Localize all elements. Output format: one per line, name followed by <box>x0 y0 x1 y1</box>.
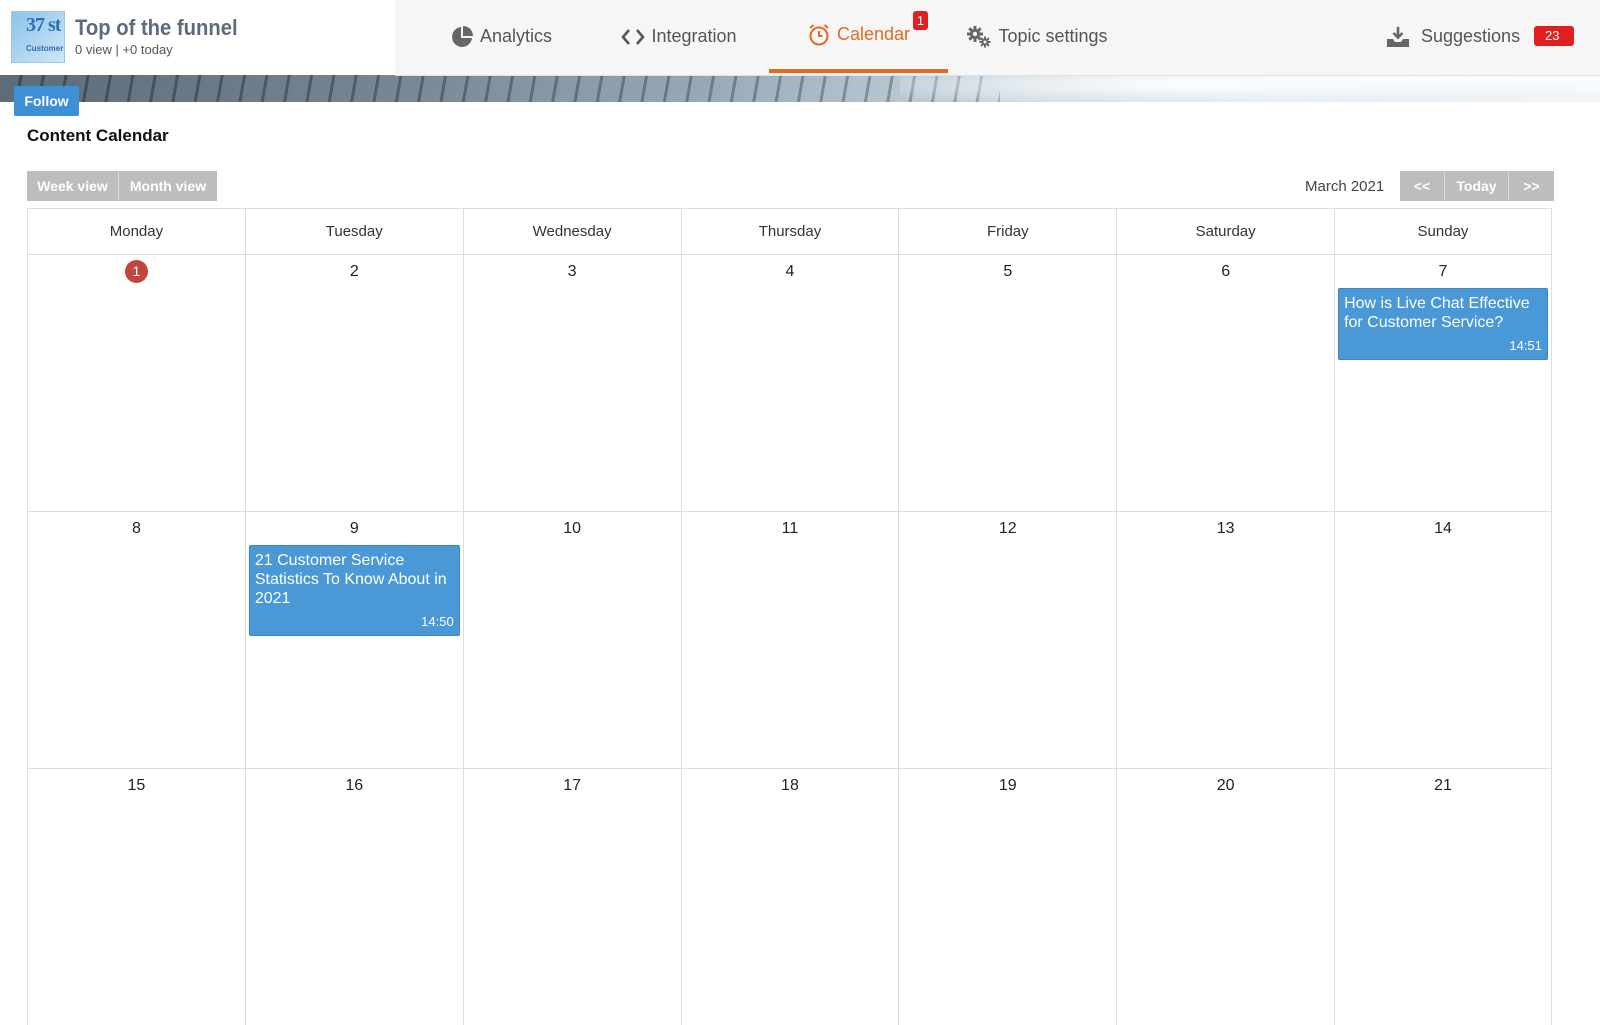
day-cell[interactable]: 15 <box>27 768 245 1025</box>
current-month: March 2021 <box>1305 178 1385 195</box>
event-title: How is Live Chat Effective for Customer … <box>1344 295 1530 331</box>
weekday-monday: Monday <box>27 208 245 254</box>
alarm-clock-icon <box>807 23 831 47</box>
weekday-header: Monday Tuesday Wednesday Thursday Friday… <box>27 208 1552 254</box>
day-cell[interactable]: 4 <box>680 254 899 511</box>
day-cell[interactable]: 13 <box>1116 511 1335 768</box>
event-time: 14:50 <box>421 614 454 629</box>
day-number: 18 <box>781 777 799 794</box>
day-cell[interactable]: 21 <box>1334 768 1552 1025</box>
day-number: 21 <box>1434 777 1452 794</box>
view-toggle: Week view Month view <box>27 171 217 201</box>
day-number: 14 <box>1434 520 1452 537</box>
calendar-week: 15 16 17 18 19 20 21 <box>27 768 1552 1025</box>
topic-stats: 0 view | +0 today <box>75 42 173 57</box>
day-number: 13 <box>1216 520 1235 537</box>
day-cell[interactable]: 9 21 Customer Service Statistics To Know… <box>244 511 463 768</box>
day-cell[interactable]: 11 <box>680 511 899 768</box>
day-number: 8 <box>131 520 141 537</box>
day-number: 11 <box>781 520 799 537</box>
topic-logo[interactable]: 37 st Customer S <box>11 11 65 63</box>
day-number: 9 <box>349 520 359 537</box>
day-cell[interactable]: 10 <box>462 511 681 768</box>
gears-icon <box>966 25 992 49</box>
day-cell[interactable]: 12 <box>898 511 1117 768</box>
follow-button[interactable]: Follow <box>14 86 79 116</box>
nav-analytics-label: Analytics <box>479 26 553 46</box>
weekday-thursday: Thursday <box>680 208 899 254</box>
day-cell[interactable]: 17 <box>462 768 681 1025</box>
calendar-week: 8 9 21 Customer Service Statistics To Kn… <box>27 511 1552 768</box>
nav-integration[interactable]: Integration <box>590 0 768 73</box>
day-number: 4 <box>785 263 795 280</box>
day-cell[interactable]: 19 <box>898 768 1117 1025</box>
calendar-event[interactable]: 21 Customer Service Statistics To Know A… <box>248 545 460 636</box>
nav-calendar-label: Calendar <box>836 24 911 44</box>
prev-button[interactable]: << <box>1400 171 1445 201</box>
calendar-week: 1 2 3 4 5 6 7 How is Live Chat Effective… <box>27 254 1552 511</box>
day-cell[interactable]: 7 How is Live Chat Effective for Custome… <box>1334 254 1552 511</box>
weekday-wednesday: Wednesday <box>462 208 681 254</box>
nav-suggestions-label: Suggestions <box>1421 26 1521 46</box>
calendar-pager: << Today >> <box>1400 171 1554 201</box>
calendar-grid: Monday Tuesday Wednesday Thursday Friday… <box>27 208 1552 1025</box>
pie-chart-icon <box>450 25 474 49</box>
event-time: 14:51 <box>1509 338 1542 353</box>
nav-analytics[interactable]: Analytics <box>412 0 590 73</box>
day-cell[interactable]: 6 <box>1116 254 1335 511</box>
suggestions-badge: 23 <box>1534 26 1574 46</box>
calendar-event[interactable]: How is Live Chat Effective for Customer … <box>1338 288 1548 360</box>
weekday-saturday: Saturday <box>1116 208 1335 254</box>
nav-integration-label: Integration <box>651 26 737 46</box>
weekday-friday: Friday <box>898 208 1117 254</box>
day-number: 6 <box>1221 263 1231 280</box>
day-number: 15 <box>127 777 146 794</box>
day-cell[interactable]: 18 <box>680 768 899 1025</box>
next-button[interactable]: >> <box>1509 171 1554 201</box>
day-cell[interactable]: 16 <box>244 768 463 1025</box>
event-title: 21 Customer Service Statistics To Know A… <box>254 552 447 607</box>
weekday-sunday: Sunday <box>1334 208 1552 254</box>
week-view-button[interactable]: Week view <box>27 171 119 201</box>
page-title: Content Calendar <box>27 126 169 145</box>
day-number: 7 <box>1438 263 1448 280</box>
day-number: 5 <box>1003 263 1013 280</box>
day-number: 20 <box>1216 777 1235 794</box>
day-cell[interactable]: 1 <box>27 254 245 511</box>
code-icon <box>621 27 646 47</box>
day-cell[interactable]: 2 <box>244 254 463 511</box>
day-cell[interactable]: 3 <box>462 254 681 511</box>
day-number: 19 <box>998 777 1017 794</box>
day-number: 17 <box>563 777 581 794</box>
day-cell[interactable]: 8 <box>27 511 245 768</box>
nav-topic-settings[interactable]: Topic settings <box>948 0 1126 73</box>
day-number: 10 <box>563 520 581 537</box>
day-number: 2 <box>349 263 359 280</box>
day-number: 12 <box>998 520 1017 537</box>
day-cell[interactable]: 5 <box>898 254 1117 511</box>
day-number-today: 1 <box>28 260 245 283</box>
today-button[interactable]: Today <box>1445 171 1509 201</box>
day-cell[interactable]: 14 <box>1334 511 1552 768</box>
inbox-download-icon <box>1385 25 1411 49</box>
nav-suggestions[interactable]: Suggestions <box>1385 0 1535 73</box>
day-cell[interactable]: 20 <box>1116 768 1335 1025</box>
topic-title[interactable]: Top of the funnel <box>75 15 238 41</box>
day-number: 3 <box>567 263 577 280</box>
nav-topic-settings-label: Topic settings <box>998 26 1108 46</box>
weekday-tuesday: Tuesday <box>244 208 463 254</box>
month-view-button[interactable]: Month view <box>119 171 217 201</box>
day-number: 16 <box>345 777 364 794</box>
calendar-badge: 1 <box>913 11 928 30</box>
